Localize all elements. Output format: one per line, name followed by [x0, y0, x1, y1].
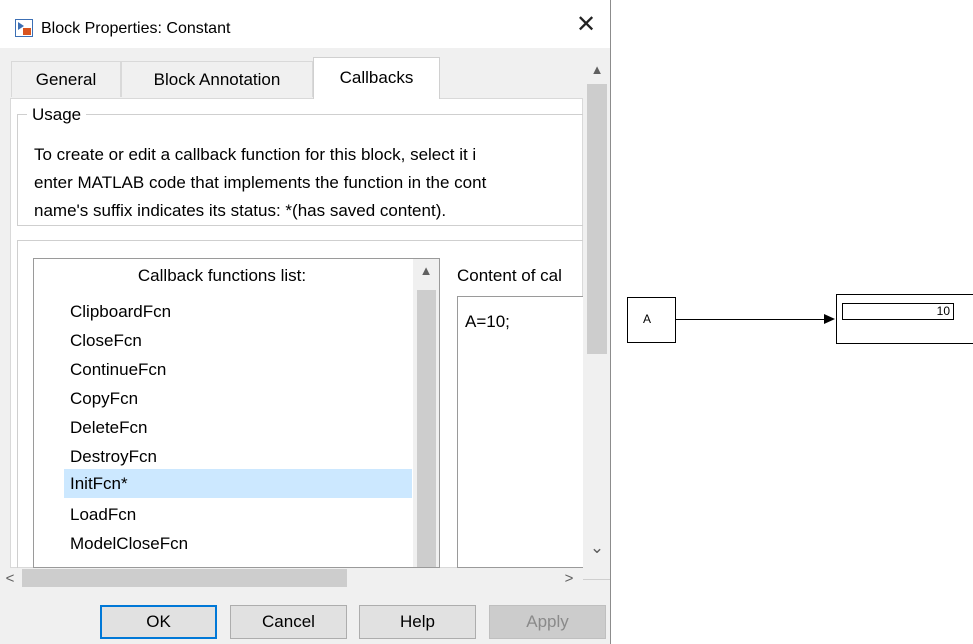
display-value: 10	[936, 304, 950, 318]
constant-block[interactable]	[627, 297, 676, 343]
constant-block-label: A	[643, 312, 652, 326]
simulink-block-icon	[15, 19, 33, 37]
usage-text-line: name's suffix indicates its status: *(ha…	[34, 201, 447, 220]
vertical-scrollbar-thumb[interactable]	[587, 84, 607, 354]
block-properties-dialog: Block Properties: Constant ✕ General Blo…	[0, 0, 611, 644]
callback-item-deletefcn[interactable]: DeleteFcn	[64, 413, 412, 442]
signal-line[interactable]	[676, 319, 826, 320]
list-scrollbar-thumb[interactable]	[417, 290, 436, 567]
callback-item-destroyfcn[interactable]: DestroyFcn	[64, 442, 412, 471]
close-button[interactable]: ✕	[568, 10, 604, 40]
tab-block-annotation[interactable]: Block Annotation	[121, 61, 313, 97]
ok-button[interactable]: OK	[100, 605, 217, 639]
horizontal-scrollbar-thumb[interactable]	[22, 569, 347, 587]
callback-list-header: Callback functions list:	[137, 266, 307, 285]
usage-text-line: To create or edit a callback function fo…	[34, 145, 477, 164]
callback-item-continuefcn[interactable]: ContinueFcn	[64, 355, 412, 384]
signal-arrowhead	[824, 314, 835, 324]
callback-content-text: A=10;	[465, 312, 510, 331]
usage-legend: Usage	[27, 105, 87, 125]
callback-item-copyfcn[interactable]: CopyFcn	[64, 384, 412, 413]
tab-general[interactable]: General	[11, 61, 121, 97]
scroll-up-icon[interactable]: ▲	[583, 62, 610, 77]
callback-item-closefcn[interactable]: CloseFcn	[64, 326, 412, 355]
scroll-down-icon[interactable]: ⌄	[583, 538, 610, 558]
tab-label: Callbacks	[339, 68, 414, 87]
callback-item-initfcn[interactable]: InitFcn*	[64, 469, 412, 498]
scroll-right-icon[interactable]: >	[562, 570, 576, 587]
callback-item-clipboardfcn[interactable]: ClipboardFcn	[64, 297, 412, 326]
list-scroll-up-icon[interactable]: ▲	[413, 263, 439, 278]
tab-label: Block Annotation	[153, 70, 281, 89]
callback-item-modelclosefcn[interactable]: ModelCloseFcn	[64, 529, 412, 558]
help-button[interactable]: Help	[359, 605, 476, 639]
scroll-left-icon[interactable]: <	[3, 570, 17, 587]
tab-callbacks[interactable]: Callbacks	[313, 57, 440, 99]
callback-content-editor[interactable]	[457, 296, 597, 568]
close-icon: ✕	[575, 11, 597, 38]
apply-button: Apply	[489, 605, 606, 639]
dialog-title: Block Properties: Constant	[41, 20, 231, 37]
callback-item-loadfcn[interactable]: LoadFcn	[64, 500, 412, 529]
usage-text-line: enter MATLAB code that implements the fu…	[34, 173, 487, 192]
cancel-button[interactable]: Cancel	[230, 605, 347, 639]
callback-content-label: Content of cal	[457, 266, 562, 285]
tab-label: General	[35, 70, 97, 89]
